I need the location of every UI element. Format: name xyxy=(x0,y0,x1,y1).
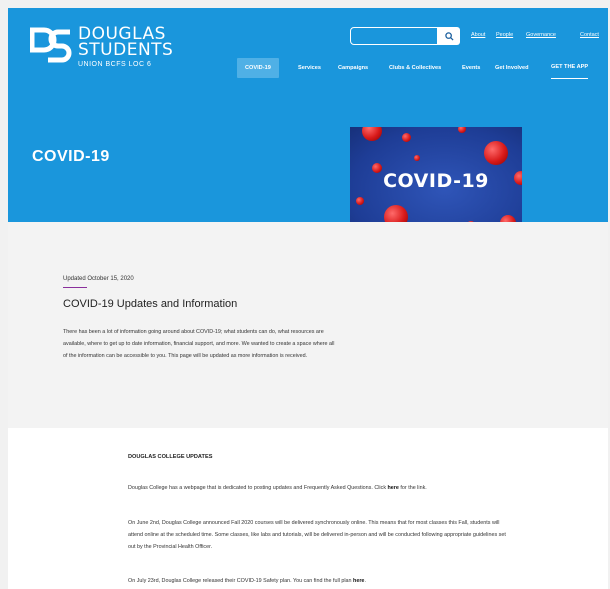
accent-divider xyxy=(63,287,87,288)
section-heading: COVID-19 Updates and Information xyxy=(63,298,238,310)
faq-page-link[interactable]: here xyxy=(388,485,399,491)
paragraph-text: Douglas College has a webpage that is de… xyxy=(128,485,388,491)
logo-line-3: UNION BCFS LOC 6 xyxy=(78,61,152,68)
search-input[interactable] xyxy=(350,27,438,45)
virus-graphic xyxy=(402,133,411,142)
nav-item-clubs-collectives[interactable]: Clubs & Collectives xyxy=(389,58,441,78)
nav-item-events[interactable]: Events xyxy=(462,58,480,78)
dsu-logo-icon xyxy=(30,27,72,63)
nav-item-get-the-app[interactable]: GET THE APP xyxy=(551,58,589,79)
virus-graphic xyxy=(362,127,382,141)
page: DOUGLAS STUDENTS UNION BCFS LOC 6 About … xyxy=(8,8,608,589)
search-icon xyxy=(444,31,454,41)
search-bar xyxy=(350,27,461,45)
nav-item-campaigns[interactable]: Campaigns xyxy=(338,58,368,78)
header: DOUGLAS STUDENTS UNION BCFS LOC 6 About … xyxy=(8,8,608,241)
college-updates-heading: DOUGLAS COLLEGE UPDATES xyxy=(128,454,213,460)
virus-graphic xyxy=(458,127,466,133)
util-link-contact[interactable]: Contact xyxy=(580,32,599,38)
virus-graphic xyxy=(414,155,420,161)
nav-item-covid19[interactable]: COVID-19 xyxy=(237,58,279,78)
logo[interactable]: DOUGLAS STUDENTS UNION BCFS LOC 6 xyxy=(30,24,180,70)
page-title: COVID-19 xyxy=(32,148,110,165)
paragraph-text: . xyxy=(364,578,366,584)
paragraph-text: for the link. xyxy=(398,485,427,491)
util-link-people[interactable]: People xyxy=(496,32,513,38)
logo-wordmark: DOUGLAS STUDENTS UNION BCFS LOC 6 xyxy=(78,26,173,70)
intro-paragraph: There has been a lot of information goin… xyxy=(63,329,335,360)
safety-plan-link[interactable]: here xyxy=(353,578,364,584)
college-paragraph-3: On July 23rd, Douglas College released t… xyxy=(128,575,508,587)
updated-date: Updated October 15, 2020 xyxy=(63,276,134,282)
util-link-about[interactable]: About xyxy=(471,32,485,38)
paragraph-text: On July 23rd, Douglas College released t… xyxy=(128,578,354,584)
search-button[interactable] xyxy=(438,27,460,45)
college-paragraph-2: On June 2nd, Douglas College announced F… xyxy=(128,520,506,550)
logo-line-2: STUDENTS xyxy=(78,40,174,60)
nav-item-get-involved[interactable]: Get Involved xyxy=(495,58,529,78)
nav-item-services[interactable]: Services xyxy=(298,58,321,78)
hero-image-caption: COVID-19 xyxy=(383,170,489,192)
virus-graphic xyxy=(356,197,364,205)
college-updates-section: DOUGLAS COLLEGE UPDATES Douglas College … xyxy=(128,454,508,584)
virus-graphic xyxy=(484,141,508,165)
info-section: Updated October 15, 2020 COVID-19 Update… xyxy=(8,222,608,428)
util-link-governance[interactable]: Governance xyxy=(526,32,556,38)
college-paragraph-1: Douglas College has a webpage that is de… xyxy=(128,482,508,494)
